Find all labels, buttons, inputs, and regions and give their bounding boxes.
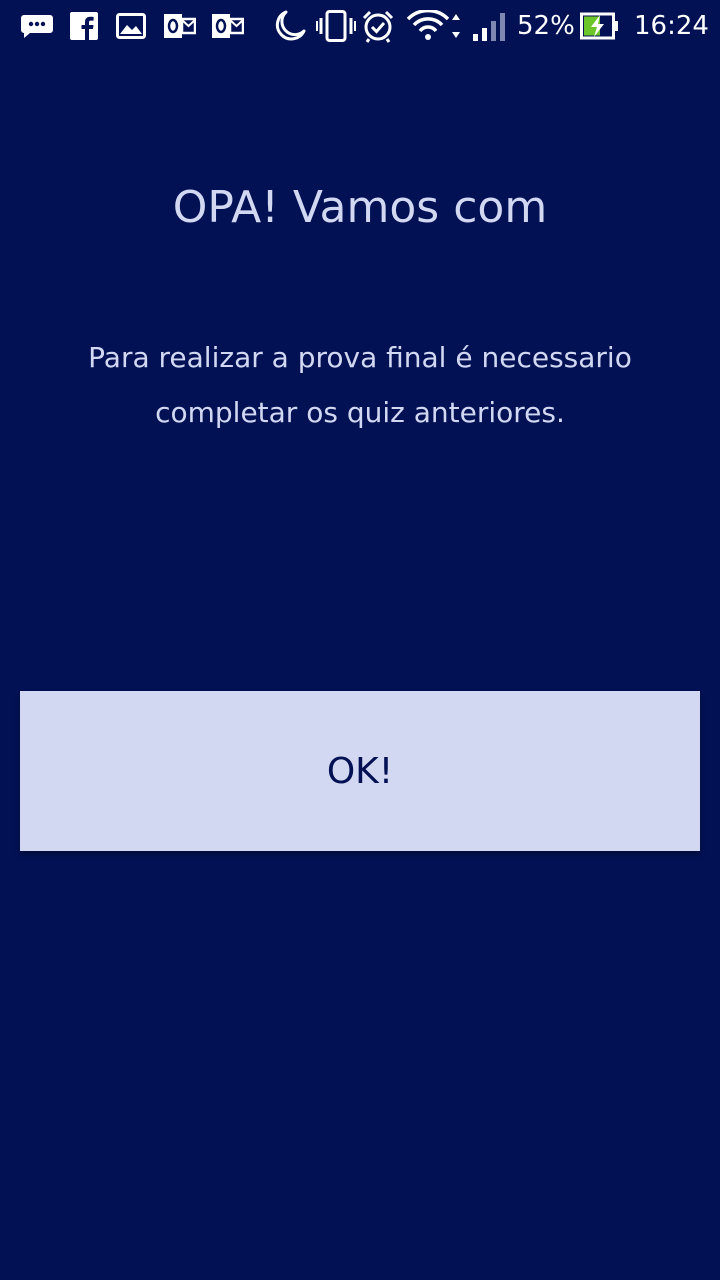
night-mode-icon <box>272 10 306 42</box>
clock: 16:24 <box>634 11 709 41</box>
facebook-icon <box>70 10 98 42</box>
gallery-icon <box>116 10 146 42</box>
signal-icon <box>470 10 508 42</box>
vibrate-icon <box>316 10 356 42</box>
status-bar: 52% 16:24 <box>0 0 720 52</box>
wifi-icon <box>406 10 462 42</box>
ok-button[interactable]: OK! <box>20 691 700 851</box>
dialog-message: Para realizar a prova final é necessario… <box>88 341 632 429</box>
dialog-title: OPA! Vamos com <box>172 182 548 233</box>
battery-charging-icon <box>580 10 620 42</box>
outlook-icon <box>164 10 196 42</box>
battery-percent: 52% <box>517 11 575 41</box>
outlook-icon <box>212 10 244 42</box>
message-icon <box>20 10 54 42</box>
alarm-icon <box>361 10 395 43</box>
